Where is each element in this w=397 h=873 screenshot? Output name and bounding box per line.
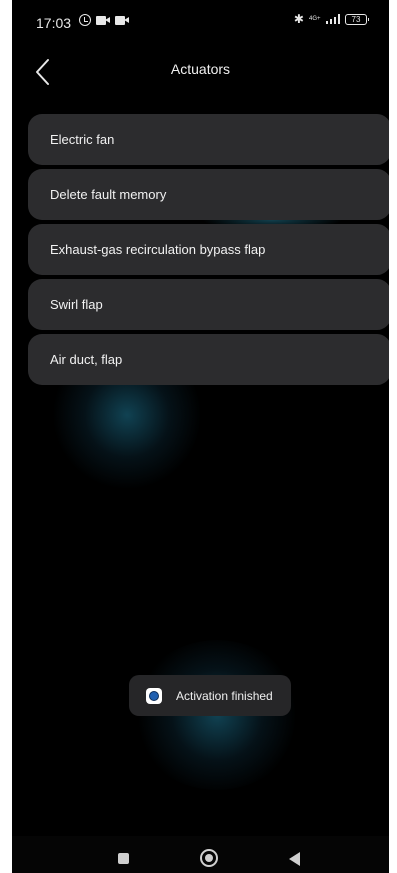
recents-square-icon[interactable] <box>118 853 129 864</box>
network-type: 4G+ <box>308 16 321 22</box>
list-item-label: Electric fan <box>50 132 115 147</box>
video-camera-icon <box>115 15 129 25</box>
app-icon <box>146 687 162 704</box>
toast-text: Activation finished <box>176 688 273 703</box>
status-time: 17:03 <box>36 15 72 31</box>
list-item-egr-bypass-flap[interactable]: Exhaust-gas recirculation bypass flap <box>28 224 389 275</box>
actuator-list: Electric fan Delete fault memory Exhaust… <box>28 114 389 389</box>
status-left-icons <box>79 14 129 26</box>
home-circle-icon[interactable] <box>200 849 218 867</box>
bluetooth-icon: ✱ <box>293 12 304 26</box>
toast-notification: Activation finished <box>129 675 291 716</box>
navigation-bar <box>12 836 389 873</box>
list-item-air-duct-flap[interactable]: Air duct, flap <box>28 334 389 385</box>
back-triangle-icon[interactable] <box>289 852 300 866</box>
app-screen: 17:03 ✱ 4G+ 73 Actuators Electric fan De… <box>12 0 389 873</box>
list-item-label: Air duct, flap <box>50 352 123 367</box>
status-bar: 17:03 ✱ 4G+ 73 <box>12 0 389 40</box>
list-item-label: Exhaust-gas recirculation bypass flap <box>50 242 266 257</box>
battery-icon: 73 <box>345 13 369 25</box>
signal-icon <box>325 14 340 24</box>
list-item-swirl-flap[interactable]: Swirl flap <box>28 279 389 330</box>
list-item-label: Swirl flap <box>50 297 103 312</box>
list-item-delete-fault-memory[interactable]: Delete fault memory <box>28 169 389 220</box>
video-camera-icon <box>96 15 110 25</box>
list-item-label: Delete fault memory <box>50 187 167 202</box>
status-right-icons: ✱ 4G+ 73 <box>293 12 369 26</box>
list-item-electric-fan[interactable]: Electric fan <box>28 114 389 165</box>
alarm-icon <box>79 14 91 26</box>
page-title: Actuators <box>170 61 231 77</box>
